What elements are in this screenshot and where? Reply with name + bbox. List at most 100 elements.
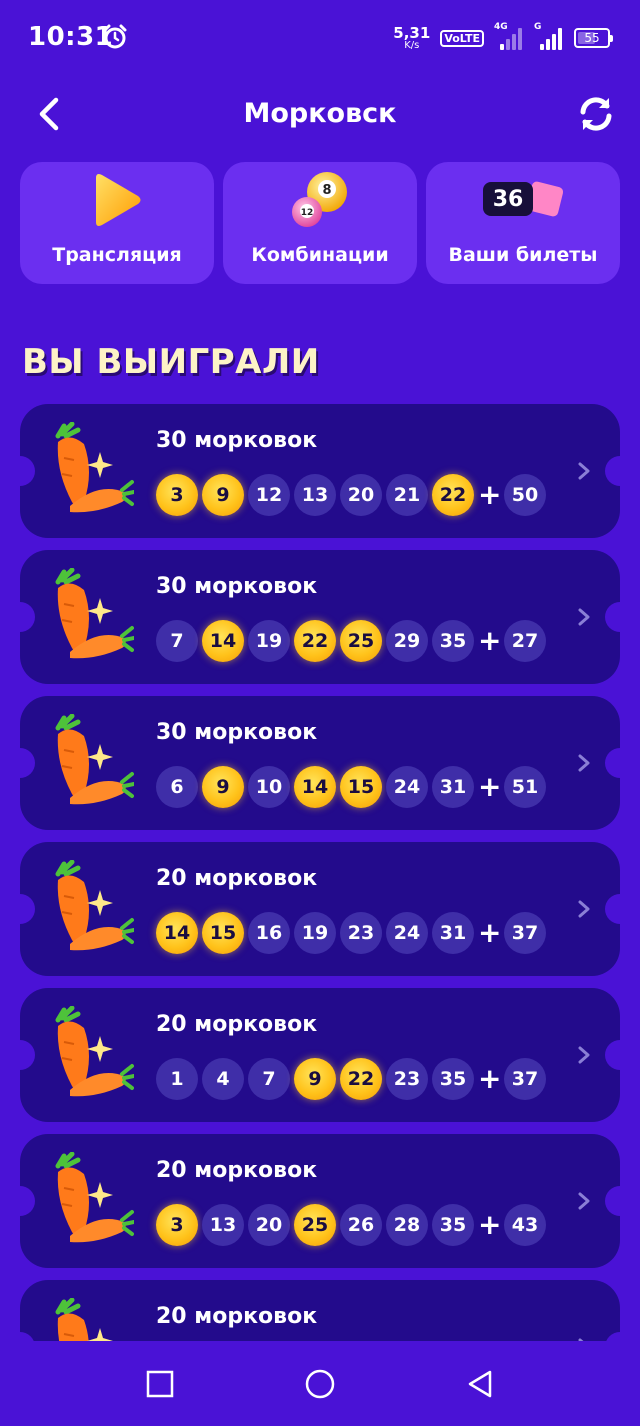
- number-ball: 23: [340, 912, 382, 954]
- chevron-right-icon: [578, 608, 590, 626]
- home-icon[interactable]: [303, 1367, 337, 1401]
- ticket-card[interactable]: 20 морковок 1 4 7 9 22 23 35 +37: [20, 988, 620, 1122]
- tickets-icon: 36: [483, 180, 565, 222]
- svg-text:12: 12: [301, 208, 314, 218]
- back-triangle-icon[interactable]: [463, 1367, 497, 1401]
- plus-sign: +: [478, 1062, 502, 1095]
- winning-number-ball: 22: [294, 620, 336, 662]
- status-time: 10:31: [28, 22, 114, 52]
- tickets-count: 36: [483, 182, 533, 216]
- winning-number-ball: 15: [202, 912, 244, 954]
- signal-4g-icon: 4G: [494, 22, 524, 50]
- winning-number-ball: 9: [294, 1058, 336, 1100]
- winning-number-ball: 22: [340, 1058, 382, 1100]
- section-heading: ВЫ ВЫИГРАЛИ: [22, 342, 320, 382]
- plus-sign: +: [478, 478, 502, 511]
- ticket-card[interactable]: 20 морковок 14 15 16 19 23 24 31 +37: [20, 842, 620, 976]
- battery-icon: 55: [574, 28, 613, 48]
- winning-number-ball: 3: [156, 1204, 198, 1246]
- chevron-right-icon: [578, 462, 590, 480]
- number-ball: 4: [202, 1058, 244, 1100]
- number-ball: 20: [340, 474, 382, 516]
- tile-combinations[interactable]: 8 12 Комбинации: [223, 162, 417, 284]
- chevron-right-icon: [578, 1192, 590, 1210]
- refresh-icon[interactable]: [576, 94, 616, 134]
- ticket-notch: [605, 1040, 620, 1070]
- ticket-numbers: 7 14 19 22 25 29 35 +27: [156, 620, 546, 662]
- ticket-card[interactable]: 30 морковок 3 9 12 13 20 21 22 +50: [20, 404, 620, 538]
- ticket-prize: 20 морковок: [156, 1304, 318, 1329]
- carrot-icon: [55, 568, 134, 659]
- number-ball: 7: [156, 620, 198, 662]
- number-ball: 16: [248, 912, 290, 954]
- tile-broadcast[interactable]: Трансляция: [20, 162, 214, 284]
- quick-actions: Трансляция 8 12 Комбинации 36 Ваши билет…: [20, 162, 620, 284]
- number-ball: 19: [294, 912, 336, 954]
- plus-sign: +: [478, 624, 502, 657]
- signal-g-label: G: [534, 22, 542, 32]
- number-ball: 35: [432, 620, 474, 662]
- ticket-notch: [20, 1186, 35, 1216]
- ticket-prize: 30 морковок: [156, 428, 318, 453]
- plus-sign: +: [478, 1208, 502, 1241]
- ticket-notch: [605, 748, 620, 778]
- system-nav-bar: [0, 1341, 640, 1426]
- number-ball: 6: [156, 766, 198, 808]
- ticket-notch: [20, 602, 35, 632]
- bonus-number-ball: 51: [504, 766, 546, 808]
- winning-number-ball: 14: [294, 766, 336, 808]
- winning-number-ball: 22: [432, 474, 474, 516]
- bonus-number-ball: 37: [504, 1058, 546, 1100]
- ticket-card[interactable]: 30 морковок 7 14 19 22 25 29 35 +27: [20, 550, 620, 684]
- tile-your-tickets[interactable]: 36 Ваши билеты: [426, 162, 620, 284]
- signal-g-icon: G: [534, 22, 564, 50]
- page-title: Морковск: [243, 98, 397, 129]
- carrot-icon: [55, 1298, 113, 1341]
- plus-sign: +: [478, 770, 502, 803]
- number-ball: 12: [248, 474, 290, 516]
- ticket-notch: [20, 894, 35, 924]
- chevron-right-icon: [578, 1046, 590, 1064]
- alarm-icon: [103, 24, 127, 49]
- chevron-right-icon: [578, 754, 590, 772]
- recent-apps-icon[interactable]: [143, 1367, 177, 1401]
- status-bar: 10:31 5,31 K/s VoLTE 4G G 55: [0, 0, 640, 76]
- ticket-card[interactable]: 20 морковок: [20, 1280, 620, 1341]
- ticket-prize: 30 морковок: [156, 720, 318, 745]
- status-icons: 5,31 K/s VoLTE 4G G 55: [393, 20, 613, 56]
- winning-number-ball: 15: [340, 766, 382, 808]
- bonus-number-ball: 27: [504, 620, 546, 662]
- ticket-notch: [605, 894, 620, 924]
- winning-number-ball: 14: [156, 912, 198, 954]
- tile-your-tickets-label: Ваши билеты: [448, 244, 598, 266]
- ticket-card[interactable]: 20 морковок 3 13 20 25 26 28 35 +43: [20, 1134, 620, 1268]
- ticket-card[interactable]: 30 морковок 6 9 10 14 15 24 31 +51: [20, 696, 620, 830]
- carrot-icon: [55, 714, 134, 805]
- number-ball: 7: [248, 1058, 290, 1100]
- ticket-numbers: 14 15 16 19 23 24 31 +37: [156, 912, 546, 954]
- ticket-notch: [20, 456, 35, 486]
- number-ball: 1: [156, 1058, 198, 1100]
- tile-combinations-label: Комбинации: [251, 244, 389, 266]
- winning-number-ball: 25: [294, 1204, 336, 1246]
- tile-broadcast-label: Трансляция: [52, 244, 182, 266]
- svg-text:8: 8: [322, 183, 331, 198]
- number-ball: 31: [432, 766, 474, 808]
- ticket-prize: 20 морковок: [156, 866, 318, 891]
- carrot-icon: [55, 1006, 134, 1097]
- number-ball: 28: [386, 1204, 428, 1246]
- carrot-icon: [55, 422, 134, 513]
- ticket-numbers: 3 9 12 13 20 21 22 +50: [156, 474, 546, 516]
- play-icon: [96, 174, 141, 226]
- ticket-notch: [605, 456, 620, 486]
- winning-number-ball: 9: [202, 766, 244, 808]
- number-ball: 20: [248, 1204, 290, 1246]
- ticket-prize: 20 морковок: [156, 1012, 318, 1037]
- bonus-number-ball: 43: [504, 1204, 546, 1246]
- winning-number-ball: 25: [340, 620, 382, 662]
- ticket-notch: [605, 1332, 620, 1341]
- winning-number-ball: 14: [202, 620, 244, 662]
- number-ball: 10: [248, 766, 290, 808]
- number-ball: 29: [386, 620, 428, 662]
- ticket-notch: [20, 1040, 35, 1070]
